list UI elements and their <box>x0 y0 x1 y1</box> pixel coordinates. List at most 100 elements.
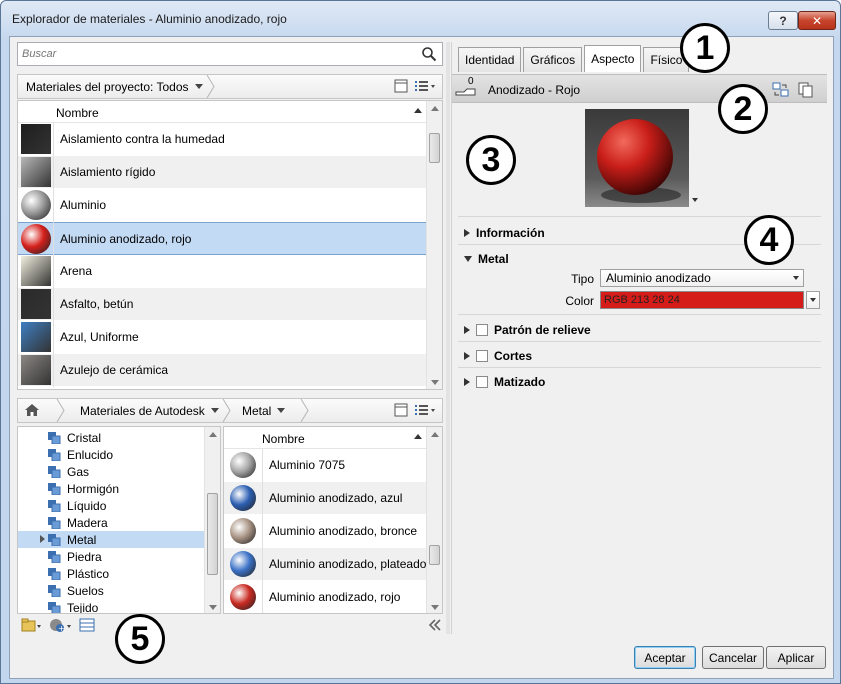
material-folder-icon <box>48 601 61 613</box>
material-thumbnail <box>21 124 51 154</box>
project-column-header[interactable]: Nombre <box>18 101 428 123</box>
library-material-row[interactable]: Aluminio anodizado, plateado <box>224 547 428 581</box>
library-material-row[interactable]: Aluminio anodizado, azul <box>224 481 428 515</box>
duplicate-asset-icon[interactable] <box>798 82 814 98</box>
project-material-row[interactable]: Aislamiento rígido <box>18 155 428 189</box>
library-material-row[interactable]: Aluminio anodizado, rojo <box>224 580 428 613</box>
ok-button[interactable]: Aceptar <box>634 646 696 669</box>
project-material-row[interactable]: Arena <box>18 254 428 288</box>
section-informacion[interactable]: Información <box>464 223 545 243</box>
project-filter-dropdown[interactable]: Materiales del proyecto: Todos <box>26 75 203 98</box>
replace-asset-icon[interactable] <box>772 82 790 98</box>
material-name: Aluminio anodizado, rojo <box>269 590 401 604</box>
type-dropdown[interactable]: Aluminio anodizado <box>600 269 804 287</box>
cancel-button[interactable]: Cancelar <box>702 646 764 669</box>
library-column-header[interactable]: Nombre <box>224 427 428 449</box>
tree-category-item[interactable]: Suelos <box>18 582 206 599</box>
scroll-up-icon[interactable] <box>431 106 439 111</box>
scroll-down-icon[interactable] <box>431 380 439 385</box>
color-swatch-field[interactable]: RGB 213 28 24 <box>600 291 804 309</box>
cortes-checkbox[interactable] <box>476 350 488 362</box>
breadcrumb-separator-icon <box>56 399 65 422</box>
project-material-row[interactable]: Aluminio anodizado, rojo <box>18 222 428 255</box>
tree-category-item[interactable]: Hormigón <box>18 480 206 497</box>
material-name: Arena <box>60 264 93 278</box>
collapse-left-icon[interactable] <box>427 617 443 633</box>
relieve-checkbox[interactable] <box>476 324 488 336</box>
search-icon[interactable] <box>421 46 437 62</box>
scroll-thumb[interactable] <box>207 493 218 575</box>
panel-toggle-icon[interactable] <box>394 79 408 93</box>
column-divider <box>262 448 263 482</box>
material-folder-icon <box>48 465 61 478</box>
tab-aspecto[interactable]: Aspecto <box>584 45 642 72</box>
library-manage-icon[interactable] <box>21 617 43 633</box>
section-matizado[interactable]: Matizado <box>464 372 545 392</box>
toggle-panel-icon[interactable] <box>79 617 95 633</box>
column-divider <box>262 481 263 515</box>
tree-category-item[interactable]: Tejido <box>18 599 206 613</box>
material-name: Aluminio anodizado, bronce <box>269 524 418 538</box>
pane-splitter[interactable] <box>446 42 450 634</box>
search-input[interactable] <box>22 45 412 63</box>
list-view-icon[interactable] <box>414 79 436 93</box>
scroll-thumb[interactable] <box>429 133 440 163</box>
callout-3: 3 <box>466 135 516 185</box>
create-material-icon[interactable]: + <box>49 617 73 633</box>
tree-category-item[interactable]: Líquido <box>18 497 206 514</box>
column-divider <box>53 254 54 288</box>
project-material-row[interactable]: Aislamiento contra la humedad <box>18 122 428 156</box>
column-divider <box>53 155 54 189</box>
material-preview[interactable] <box>585 109 689 207</box>
project-material-row[interactable]: Aluminio <box>18 188 428 222</box>
tree-category-item[interactable]: Metal <box>18 531 206 548</box>
close-button[interactable]: ✕ <box>798 11 836 30</box>
project-material-row[interactable]: Azulejo de cerámica <box>18 353 428 387</box>
tab-identidad[interactable]: Identidad <box>458 47 522 72</box>
section-metal[interactable]: Metal <box>464 249 509 269</box>
tree-category-item[interactable]: Piedra <box>18 548 206 565</box>
color-options-button[interactable] <box>806 291 820 309</box>
material-folder-icon <box>48 431 61 444</box>
section-cortes[interactable]: Cortes <box>464 346 532 366</box>
scroll-down-icon[interactable] <box>209 605 217 610</box>
svg-text:+: + <box>58 624 65 633</box>
name-column-label: Nombre <box>56 106 99 120</box>
breadcrumb-category[interactable]: Metal <box>242 399 286 422</box>
help-button[interactable]: ? <box>768 11 798 30</box>
material-thumbnail <box>230 551 256 577</box>
library-material-row[interactable]: Aluminio 7075 <box>224 448 428 482</box>
scroll-up-icon[interactable] <box>209 432 217 437</box>
callout-2: 2 <box>718 84 768 134</box>
sort-ascending-icon <box>414 434 422 439</box>
tree-category-label: Hormigón <box>67 481 120 496</box>
tree-scrollbar[interactable] <box>204 427 220 613</box>
tab-graficos[interactable]: Gráficos <box>523 47 583 72</box>
matizado-checkbox[interactable] <box>476 376 488 388</box>
tree-category-item[interactable]: Gas <box>18 463 206 480</box>
library-list-scrollbar[interactable] <box>426 427 442 613</box>
project-material-row[interactable]: Azul, Uniforme <box>18 320 428 354</box>
tree-category-item[interactable]: Madera <box>18 514 206 531</box>
tree-category-item[interactable]: Cristal <box>18 429 206 446</box>
tree-category-item[interactable]: Enlucido <box>18 446 206 463</box>
expand-arrow-icon[interactable] <box>40 535 45 543</box>
panel-toggle-icon[interactable] <box>394 403 408 417</box>
project-material-row[interactable]: Asfalto, betún <box>18 287 428 321</box>
project-list-scrollbar[interactable] <box>426 101 442 389</box>
tree-category-item[interactable]: Plástico <box>18 565 206 582</box>
list-view-icon[interactable] <box>414 403 436 417</box>
apply-button[interactable]: Aplicar <box>766 646 826 669</box>
library-material-row[interactable]: Aluminio anodizado, bronce <box>224 514 428 548</box>
home-icon[interactable] <box>24 402 40 418</box>
material-thumbnail <box>21 190 51 220</box>
preview-options-icon[interactable] <box>692 198 698 202</box>
material-folder-icon <box>48 516 61 529</box>
scroll-up-icon[interactable] <box>431 432 439 437</box>
section-relieve[interactable]: Patrón de relieve <box>464 320 591 340</box>
scroll-thumb[interactable] <box>429 545 440 565</box>
scroll-down-icon[interactable] <box>431 605 439 610</box>
breadcrumb-library[interactable]: Materiales de Autodesk <box>80 399 219 422</box>
tree-category-label: Líquido <box>67 498 107 513</box>
collapse-arrow-icon <box>464 256 472 262</box>
